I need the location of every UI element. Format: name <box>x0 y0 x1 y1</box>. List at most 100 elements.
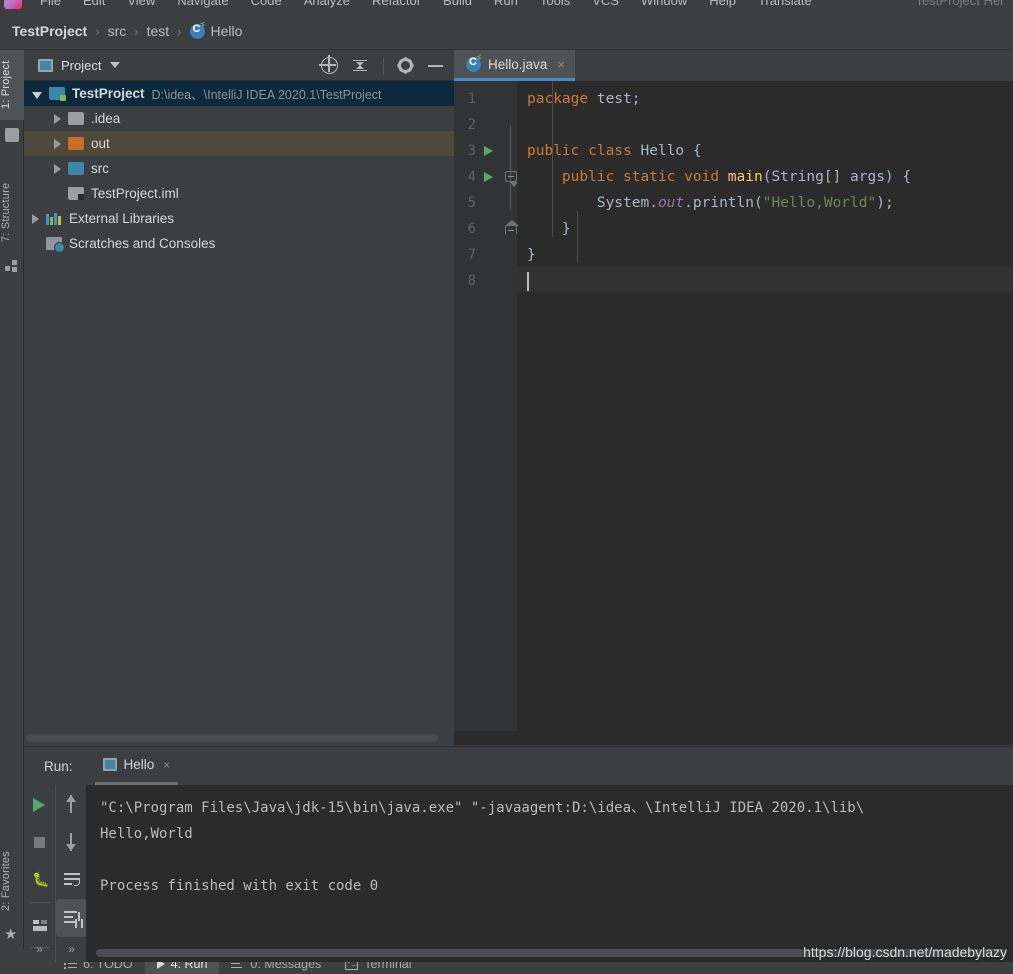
menu-item-translate[interactable]: Translate <box>758 0 812 8</box>
menu-right-stub: TestProject Hel <box>915 0 1003 8</box>
code-fold-icon[interactable] <box>505 220 519 234</box>
scroll-down-button[interactable] <box>56 823 87 861</box>
project-tree[interactable]: TestProject D:\idea、\IntelliJ IDEA 2020.1… <box>24 81 454 731</box>
more-options-button[interactable]: » <box>56 942 87 956</box>
tool-window-tab-6-todo[interactable]: 6: TODO <box>52 962 145 974</box>
layout-icon <box>33 920 47 931</box>
chevron-right-icon[interactable] <box>54 113 61 124</box>
rerun-button[interactable] <box>24 785 55 823</box>
tree-node-scratches-and-consoles[interactable]: Scratches and Consoles <box>24 231 454 256</box>
menu-item-vcs[interactable]: VCS <box>592 0 619 8</box>
line-number: 6 <box>467 221 476 237</box>
status-bar: 6: TODO 4: Run 0: Messages Terminal <box>0 962 1013 974</box>
messages-icon <box>231 962 244 970</box>
scroll-up-button[interactable] <box>56 785 87 823</box>
tool-window-tab-terminal[interactable]: Terminal <box>333 962 423 974</box>
menu-item-edit[interactable]: Edit <box>83 0 105 8</box>
layout-button[interactable] <box>24 906 55 944</box>
menu-item-run[interactable]: Run <box>494 0 518 8</box>
menu-item-file[interactable]: File <box>40 0 61 8</box>
menu-bar: File Edit View Navigate Code Analyze Refactor B… <box>0 0 1013 13</box>
chevron-down-icon[interactable] <box>110 62 121 68</box>
tool-window-tab-0-messages[interactable]: 0: Messages <box>219 962 333 974</box>
menu-item-navigate[interactable]: Navigate <box>177 0 228 8</box>
chevron-right-icon[interactable] <box>54 163 61 174</box>
close-icon[interactable]: × <box>163 758 170 772</box>
tree-node-label: TestProject.iml <box>91 186 179 201</box>
arrow-up-icon <box>67 795 75 813</box>
scratch-icon <box>46 237 65 253</box>
code-editor[interactable]: 1 package test; 2 3 public class Hello {4 pu… <box>454 81 1013 731</box>
scroll-to-end-button[interactable] <box>56 899 87 937</box>
project-panel-header: Project <box>24 50 454 81</box>
code-line: } <box>527 216 571 242</box>
menu-item-window[interactable]: Window <box>641 0 687 8</box>
tree-node-testproject[interactable]: TestProject D:\idea、\IntelliJ IDEA 2020.1… <box>24 81 454 106</box>
breadcrumb-file[interactable]: Hello <box>189 23 242 39</box>
breadcrumb-src[interactable]: src <box>108 23 127 39</box>
run-config-icon <box>102 758 117 771</box>
breadcrumb-test[interactable]: test <box>147 23 170 39</box>
play-icon <box>33 798 45 812</box>
tree-node-out[interactable]: out <box>24 131 454 156</box>
menu-item-tools[interactable]: Tools <box>540 0 570 8</box>
run-gutter-icon[interactable] <box>484 172 493 182</box>
menu-item-refactor[interactable]: Refactor <box>372 0 421 8</box>
strip-bottom-cap <box>0 950 24 962</box>
chevron-down-icon[interactable] <box>32 91 42 99</box>
run-console[interactable]: "C:\Program Files\Java\jdk-15\bin\java.e… <box>86 785 1013 962</box>
arrow-down-icon <box>67 833 75 851</box>
tree-node--idea[interactable]: .idea <box>24 106 454 131</box>
chevron-right-icon[interactable] <box>32 213 39 224</box>
toolbar-divider <box>383 57 384 74</box>
sidebar-item-structure[interactable]: 7: Structure <box>0 170 24 254</box>
breadcrumb-separator: › <box>177 23 182 39</box>
run-gutter-icon[interactable] <box>484 146 493 156</box>
code-token: ); <box>876 195 894 211</box>
menu-item-build[interactable]: Build <box>443 0 472 8</box>
debug-button[interactable]: 🐛 <box>24 861 55 899</box>
project-panel: Project TestProject D:\idea、\IntelliJ IDE… <box>24 50 454 745</box>
line-number: 8 <box>467 273 476 289</box>
soft-wrap-button[interactable] <box>56 861 87 899</box>
project-panel-title: Project <box>61 57 102 73</box>
project-panel-toolbar <box>319 50 444 81</box>
tool-window-tab-label: 0: Messages <box>250 962 322 971</box>
menu-item-view[interactable]: View <box>127 0 155 8</box>
structure-icon <box>5 260 19 274</box>
tree-node-external-libraries[interactable]: External Libraries <box>24 206 454 231</box>
menu-item-analyze[interactable]: Analyze <box>304 0 350 8</box>
sidebar-item-favorites[interactable]: 2: Favorites <box>0 840 24 922</box>
menu-items[interactable]: File Edit View Navigate Code Analyze Refactor B… <box>40 0 812 8</box>
tree-node-src[interactable]: src <box>24 156 454 181</box>
chevron-right-icon[interactable] <box>54 138 61 149</box>
code-token: (String[] args) { <box>762 169 912 185</box>
intellij-window: File Edit View Navigate Code Analyze Refactor B… <box>0 0 1013 974</box>
run-tab-label: Hello <box>123 757 155 772</box>
app-logo-icon <box>4 0 22 9</box>
code-fold-icon[interactable] <box>505 171 518 187</box>
tool-window-tab-label: Terminal <box>364 962 412 971</box>
more-options-button[interactable]: » <box>24 942 55 956</box>
select-opened-file-icon[interactable] <box>319 55 338 74</box>
tool-window-tabs[interactable]: 6: TODO 4: Run 0: Messages Terminal <box>52 962 424 974</box>
code-line: public static void main(String[] args) { <box>527 164 911 190</box>
code-token: out <box>657 195 685 211</box>
fold-line <box>510 125 511 209</box>
project-panel-hscrollbar[interactable] <box>26 734 438 742</box>
stop-button[interactable] <box>24 823 55 861</box>
tree-node-testproject-iml[interactable]: TestProject.iml <box>24 181 454 206</box>
hide-panel-icon[interactable] <box>427 57 444 74</box>
stop-icon <box>34 837 45 848</box>
menu-item-help[interactable]: Help <box>709 0 736 8</box>
tab-hello-java[interactable]: Hello.java × <box>454 50 575 81</box>
sidebar-item-project[interactable]: 1: Project <box>0 50 24 120</box>
breadcrumb-project[interactable]: TestProject <box>12 23 87 39</box>
menu-item-code[interactable]: Code <box>251 0 282 8</box>
gear-icon[interactable] <box>398 58 413 73</box>
close-icon[interactable]: × <box>557 57 565 72</box>
run-tab-hello[interactable]: Hello × <box>94 747 179 785</box>
tool-window-tab-4-run[interactable]: 4: Run <box>144 962 220 974</box>
collapse-all-icon[interactable] <box>352 57 369 74</box>
